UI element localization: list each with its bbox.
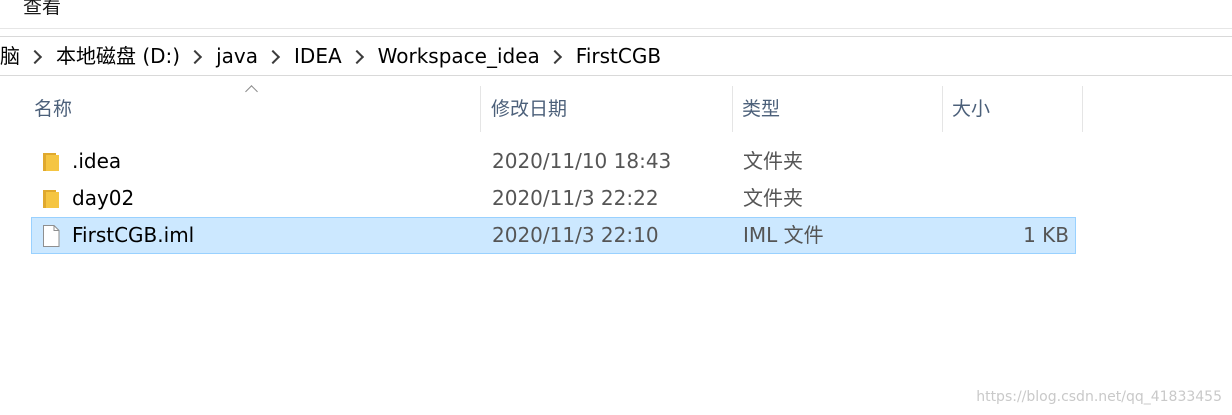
address-bar[interactable]: 脑 本地磁盘 (D:) java IDEA Workspace_idea Fir… <box>0 36 1232 76</box>
chevron-right-icon[interactable] <box>265 49 281 65</box>
column-divider[interactable] <box>732 86 733 132</box>
column-header-date[interactable]: 修改日期 <box>491 86 567 132</box>
chevron-right-icon[interactable] <box>349 49 364 65</box>
sort-ascending-icon <box>245 85 258 98</box>
breadcrumb-item-this-pc[interactable]: 脑 <box>0 37 20 75</box>
file-row-idea[interactable]: .idea 2020/11/10 18:43 文件夹 <box>31 143 1076 180</box>
file-date: 2020/11/10 18:43 <box>492 149 672 173</box>
column-header-name[interactable]: 名称 <box>34 86 72 132</box>
breadcrumb-item-idea[interactable]: IDEA <box>294 37 342 75</box>
file-name: day02 <box>72 186 135 210</box>
file-type: 文件夹 <box>743 149 803 173</box>
file-date: 2020/11/3 22:22 <box>492 186 659 210</box>
file-row-day02[interactable]: day02 2020/11/3 22:22 文件夹 <box>31 180 1076 217</box>
column-header-type[interactable]: 类型 <box>742 86 780 132</box>
file-icon <box>43 225 60 247</box>
breadcrumb-item-local-disk[interactable]: 本地磁盘 (D:) <box>56 37 180 75</box>
chevron-right-icon[interactable] <box>27 49 43 65</box>
file-name: FirstCGB.iml <box>72 223 195 247</box>
folder-icon <box>43 153 59 171</box>
file-type: IML 文件 <box>743 223 824 247</box>
column-divider[interactable] <box>480 86 481 132</box>
file-date: 2020/11/3 22:10 <box>492 223 659 247</box>
ribbon-tab-strip: 查看 <box>0 0 1232 29</box>
breadcrumb: 脑 本地磁盘 (D:) java IDEA Workspace_idea Fir… <box>0 37 661 75</box>
file-size: 1 KB <box>1023 223 1069 247</box>
column-divider[interactable] <box>1082 86 1083 132</box>
breadcrumb-item-java[interactable]: java <box>216 37 258 75</box>
file-type: 文件夹 <box>743 186 803 210</box>
chevron-right-icon[interactable] <box>547 49 562 65</box>
column-divider[interactable] <box>942 86 943 132</box>
watermark: https://blog.csdn.net/qq_41833455 <box>976 389 1222 405</box>
file-row-firstcgb-iml[interactable]: FirstCGB.iml 2020/11/3 22:10 IML 文件 1 KB <box>31 217 1076 254</box>
breadcrumb-item-workspace[interactable]: Workspace_idea <box>378 37 540 75</box>
folder-icon <box>43 190 59 208</box>
column-header-row: 名称 修改日期 类型 大小 <box>0 85 1232 132</box>
chevron-right-icon[interactable] <box>188 49 203 65</box>
file-name: .idea <box>72 149 122 173</box>
column-header-size[interactable]: 大小 <box>952 86 990 132</box>
breadcrumb-item-firstcgb[interactable]: FirstCGB <box>576 37 661 75</box>
tab-view[interactable]: 查看 <box>23 0 61 20</box>
